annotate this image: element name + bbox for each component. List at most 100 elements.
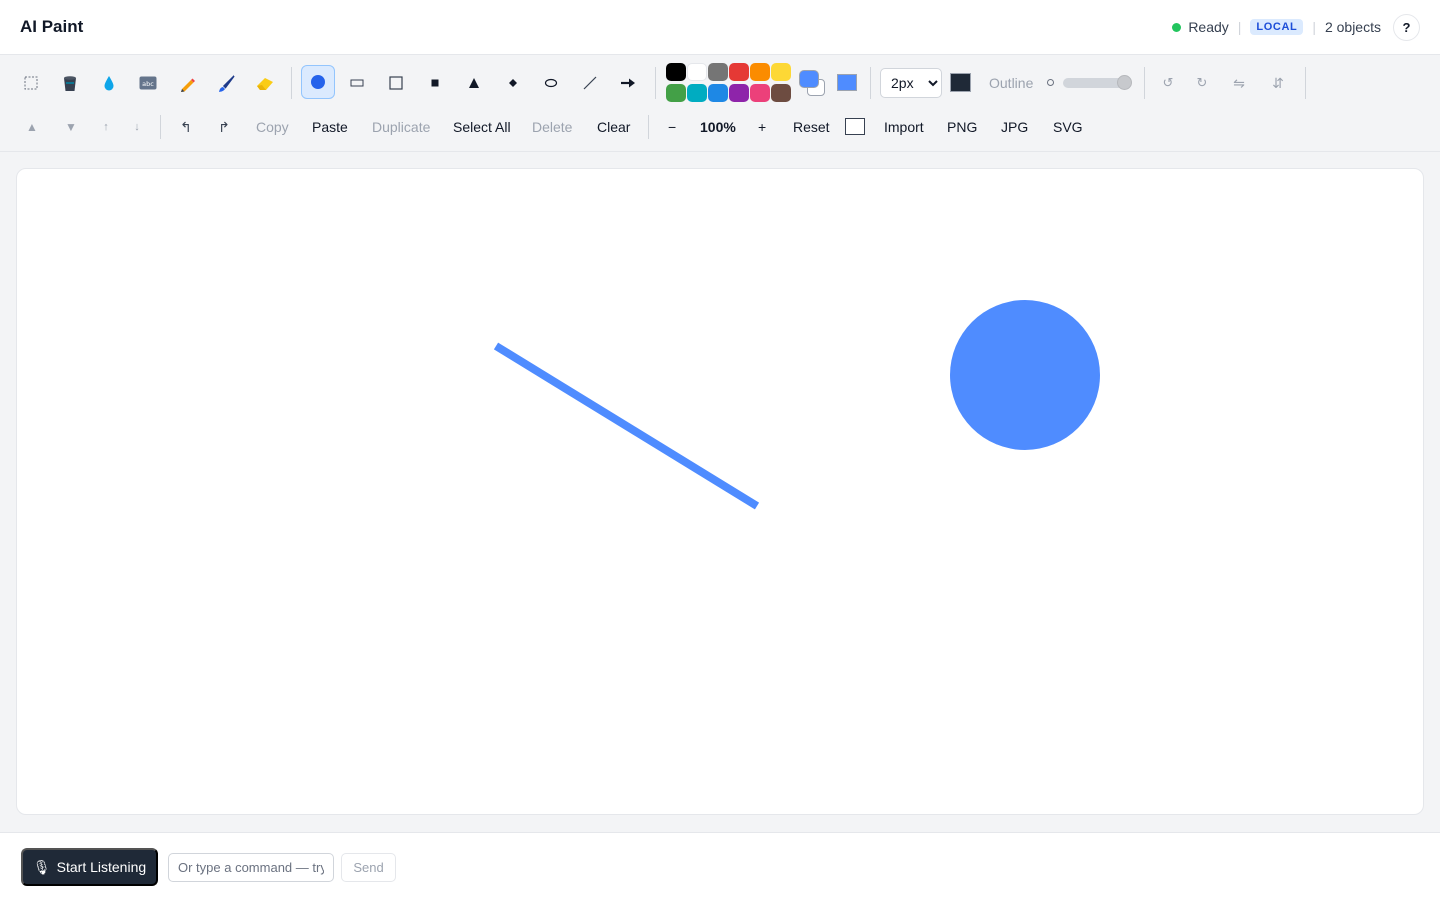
line-shape-button[interactable] <box>574 67 606 99</box>
export-jpg-button[interactable]: JPG <box>1001 119 1028 135</box>
toolbar-row-tools: abc 2px Outline ↺ ↻ ⇋ ⇵ <box>0 63 1440 103</box>
brush-tool-button[interactable] <box>210 67 242 99</box>
command-input[interactable] <box>168 853 334 882</box>
rotate-right-button[interactable]: ↱ <box>208 111 240 143</box>
droplet-icon <box>104 76 114 91</box>
bucket-tool-button[interactable] <box>54 67 86 99</box>
bring-forward-button[interactable]: ↑ <box>90 111 122 143</box>
zoom-out-button[interactable]: − <box>668 119 676 135</box>
palette-swatch-bottom-1[interactable] <box>687 84 707 102</box>
triangle-icon <box>469 78 479 88</box>
palette-swatch-bottom-4[interactable] <box>750 84 770 102</box>
app-header: AI Paint Ready | LOCAL | 2 objects ? <box>0 0 1440 55</box>
divider <box>655 67 656 99</box>
redo-button[interactable]: ↻ <box>1186 67 1218 99</box>
palette-swatch-top-5[interactable] <box>771 63 791 81</box>
flip-horizontal-button[interactable]: ⇋ <box>1223 67 1255 99</box>
select-tool-button[interactable] <box>15 67 47 99</box>
delete-button[interactable]: Delete <box>532 119 572 135</box>
send-button[interactable]: Send <box>341 853 396 882</box>
palette-swatch-bottom-5[interactable] <box>771 84 791 102</box>
divider <box>870 67 871 99</box>
zoom-reset-button[interactable]: Reset <box>793 119 830 135</box>
canvas-line-object[interactable] <box>493 342 760 510</box>
flip-vertical-button[interactable]: ⇵ <box>1262 67 1294 99</box>
mode-badge: LOCAL <box>1250 19 1304 35</box>
palette-swatch-bottom-2[interactable] <box>708 84 728 102</box>
zoom-level: 100% <box>700 119 736 135</box>
palette-swatch-top-4[interactable] <box>750 63 770 81</box>
paste-button[interactable]: Paste <box>312 119 348 135</box>
opacity-slider-thumb[interactable] <box>1117 75 1132 90</box>
send-to-back-button[interactable]: ▼ <box>55 111 87 143</box>
send-backward-button[interactable]: ↓ <box>121 111 153 143</box>
send-to-back-icon: ▼ <box>65 120 77 134</box>
dropper-tool-button[interactable] <box>93 67 125 99</box>
bucket-icon <box>64 75 76 91</box>
divider: | <box>1237 19 1242 35</box>
stroke-size-select[interactable]: 1px2px4px8px <box>880 68 942 98</box>
arrow-shape-button[interactable] <box>612 67 644 99</box>
outline-color-swatch[interactable] <box>950 73 971 92</box>
rotate-right-icon: ↱ <box>218 118 230 135</box>
send-backward-icon: ↓ <box>134 121 140 133</box>
help-button[interactable]: ? <box>1393 13 1420 41</box>
undo-icon: ↺ <box>1162 75 1174 90</box>
circle-shape-icon <box>311 75 325 89</box>
microphone-icon: 🎙 <box>32 858 51 875</box>
divider: | <box>1312 19 1316 35</box>
undo-button[interactable]: ↺ <box>1152 67 1184 99</box>
object-count: 2 objects <box>1324 19 1381 35</box>
circle-shape-button[interactable] <box>301 65 335 99</box>
divider <box>160 115 161 139</box>
primary-color-swatch[interactable] <box>799 70 819 88</box>
text-tool-button[interactable]: abc <box>132 67 164 99</box>
eraser-tool-button[interactable] <box>249 67 281 99</box>
diamond-icon <box>509 79 517 87</box>
status-dot-icon <box>1172 22 1182 32</box>
palette-swatch-top-2[interactable] <box>708 63 728 81</box>
diamond-shape-button[interactable] <box>497 67 529 99</box>
outline-label: Outline <box>989 75 1034 91</box>
zoom-in-button[interactable]: + <box>758 119 766 135</box>
copy-button[interactable]: Copy <box>256 119 289 135</box>
ellipse-icon <box>544 78 558 88</box>
square-shape-button[interactable] <box>419 67 451 99</box>
ellipse-shape-button[interactable] <box>535 67 567 99</box>
rotate-left-button[interactable]: ↰ <box>170 111 202 143</box>
divider <box>291 67 292 99</box>
clear-button[interactable]: Clear <box>597 119 630 135</box>
duplicate-button[interactable]: Duplicate <box>372 119 430 135</box>
pencil-tool-button[interactable] <box>171 67 203 99</box>
command-bar: 🎙 Start Listening Send <box>0 832 1440 900</box>
bring-to-front-button[interactable]: ▲ <box>16 111 48 143</box>
redo-icon: ↻ <box>1196 75 1208 90</box>
rect-outline-shape-button[interactable] <box>380 67 412 99</box>
palette-swatch-bottom-3[interactable] <box>729 84 749 102</box>
svg-text:abc: abc <box>142 80 154 88</box>
import-button[interactable]: Import <box>884 119 924 135</box>
select-all-button[interactable]: Select All <box>453 119 511 135</box>
flip-horizontal-icon: ⇋ <box>1233 74 1245 91</box>
background-color-swatch[interactable] <box>845 118 865 135</box>
palette-swatch-top-0[interactable] <box>666 63 686 81</box>
text-abc-icon: abc <box>139 76 157 90</box>
start-listening-label: Start Listening <box>56 859 147 875</box>
triangle-shape-button[interactable] <box>458 67 490 99</box>
divider <box>648 115 649 139</box>
palette-swatch-top-1[interactable] <box>687 63 707 81</box>
canvas-circle-object[interactable] <box>950 300 1100 450</box>
palette-swatch-top-3[interactable] <box>729 63 749 81</box>
start-listening-button[interactable]: 🎙 Start Listening <box>21 848 158 886</box>
rounded-rect-shape-button[interactable] <box>341 67 373 99</box>
export-svg-button[interactable]: SVG <box>1053 119 1083 135</box>
export-png-button[interactable]: PNG <box>947 119 977 135</box>
opacity-min-icon <box>1047 79 1054 86</box>
palette-swatch-bottom-0[interactable] <box>666 84 686 102</box>
divider <box>1305 67 1306 99</box>
bring-to-front-icon: ▲ <box>26 120 38 134</box>
drawing-canvas[interactable] <box>16 168 1424 815</box>
fill-color-button[interactable] <box>837 74 857 91</box>
rectangle-outline-icon <box>350 79 364 87</box>
line-icon <box>583 76 597 90</box>
